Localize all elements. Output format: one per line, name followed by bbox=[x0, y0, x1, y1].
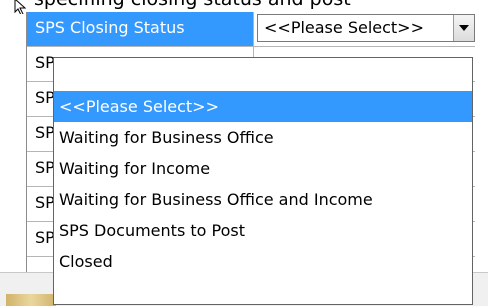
row-label: SP bbox=[35, 193, 55, 212]
option-label: Waiting for Business Office bbox=[59, 128, 274, 147]
select-value: <<Please Select>> bbox=[264, 18, 424, 37]
option-label: Waiting for Income bbox=[59, 159, 211, 178]
dropdown-option-waiting-business-office[interactable]: Waiting for Business Office bbox=[54, 122, 472, 153]
dropdown-option-waiting-business-office-and-income[interactable]: Waiting for Business Office and Income bbox=[54, 184, 472, 215]
row-label: SPS Closing Status bbox=[35, 18, 185, 37]
dropdown-option-empty[interactable] bbox=[54, 60, 472, 91]
toolbar-icon bbox=[6, 294, 56, 306]
row-label: SP bbox=[35, 158, 55, 177]
option-label: Closed bbox=[59, 252, 113, 271]
dropdown-option-closed[interactable]: Closed bbox=[54, 246, 472, 277]
option-label: Waiting for Business Office and Income bbox=[59, 190, 373, 209]
dropdown-option-waiting-income[interactable]: Waiting for Income bbox=[54, 153, 472, 184]
grid-row-sps-closing-status[interactable]: SPS Closing Status <<Please Select>> bbox=[27, 12, 475, 47]
dropdown-option-sps-documents-to-post[interactable]: SPS Documents to Post bbox=[54, 215, 472, 246]
row-label: SP bbox=[35, 53, 55, 72]
row-label-cell: SPS Closing Status bbox=[27, 12, 254, 46]
row-label: SP bbox=[35, 88, 55, 107]
clipped-header-text: specifiing closing status and post bbox=[34, 0, 351, 10]
option-label: SPS Documents to Post bbox=[59, 221, 245, 240]
closing-status-select[interactable]: <<Please Select>> bbox=[257, 14, 475, 42]
chevron-down-icon bbox=[459, 25, 469, 31]
closing-status-dropdown-list[interactable]: <<Please Select>> Waiting for Business O… bbox=[53, 57, 473, 305]
row-label: SP bbox=[35, 228, 55, 247]
option-label: <<Please Select>> bbox=[59, 97, 219, 116]
dropdown-option-please-select[interactable]: <<Please Select>> bbox=[54, 91, 472, 122]
row-label: SP bbox=[35, 123, 55, 142]
dropdown-button[interactable] bbox=[453, 15, 474, 41]
